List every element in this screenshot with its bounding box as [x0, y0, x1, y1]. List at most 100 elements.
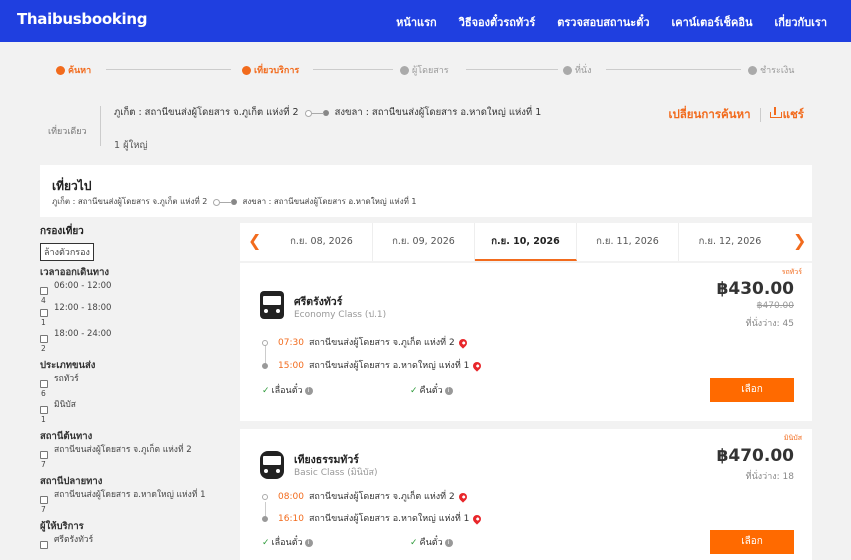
filter-sidebar: กรองเที่ยว ล้างตัวกรอง เวลาออกเดินทาง 06… [40, 224, 235, 556]
nav-how-to-book[interactable]: วิธีจองตั๋วรถทัวร์ [459, 13, 536, 31]
checkbox[interactable] [40, 287, 48, 295]
filter-departure-morning[interactable]: 06:00 - 12:00 4 [40, 280, 235, 305]
nav-about[interactable]: เกี่ยวกับเรา [774, 13, 827, 31]
checkbox[interactable] [40, 335, 48, 343]
info-icon[interactable]: i [304, 538, 313, 547]
departure-time: 08:00 [278, 492, 304, 502]
step-dot [563, 65, 572, 75]
clear-filters-button[interactable]: ล้างตัวกรอง [40, 243, 94, 261]
share-button[interactable]: แชร์ [769, 106, 804, 124]
step-seat: ที่นั่ง [563, 63, 591, 77]
map-pin-icon[interactable] [471, 359, 484, 372]
filter-origin-station[interactable]: สถานีขนส่งผู้โดยสาร จ.ภูเก็ต แห่งที่ 2 7 [40, 444, 235, 470]
policy-label: คืนตั๋ว [419, 386, 443, 396]
nav-checkin-counter[interactable]: เคาน์เตอร์เช็คอิน [672, 13, 753, 31]
refund-policy: ✓ คืนตั๋ว i [410, 383, 453, 397]
arrival-time: 15:00 [278, 361, 304, 371]
filter-group-vehicle: ประเภทขนส่ง [40, 360, 96, 371]
step-label: ที่นั่ง [575, 66, 592, 76]
prev-date-chevron-icon[interactable]: ❮ [248, 231, 261, 250]
summary-route: ภูเก็ต : สถานีขนส่งผู้โดยสาร จ.ภูเก็ต แห… [114, 106, 584, 120]
filter-count: 1 [41, 415, 46, 424]
outbound-destination: สงขลา : สถานีขนส่งผู้โดยสาร อ.หาดใหญ่ แห… [242, 197, 417, 206]
actions-separator [759, 108, 761, 122]
vehicle-type-badge: รถทัวร์ [781, 268, 802, 276]
filter-title: กรองเที่ยว [40, 226, 84, 237]
filter-group-destination: สถานีปลายทาง [40, 476, 103, 487]
departure-stop: 07:30 สถานีขนส่งผู้โดยสาร จ.ภูเก็ต แห่งที… [262, 335, 469, 349]
checkbox[interactable] [40, 496, 48, 504]
check-icon: ✓ [262, 538, 270, 548]
summary-actions: เปลี่ยนการค้นหา แชร์ [669, 106, 804, 124]
search-summary: เที่ยวเดียว ภูเก็ต : สถานีขนส่งผู้โดยสาร… [40, 96, 812, 156]
step-label: ชำระเงิน [760, 66, 795, 76]
checkbox[interactable] [40, 380, 48, 388]
trip-type: เที่ยวเดียว [48, 127, 87, 137]
bus-class: Economy Class (ป.1) [294, 310, 387, 320]
map-pin-icon[interactable] [457, 490, 469, 503]
checkbox[interactable] [40, 451, 48, 459]
filter-option-label: มินิบัส [54, 400, 76, 410]
next-date-chevron-icon[interactable]: ❯ [793, 231, 806, 250]
filter-vehicle-minibus[interactable]: มินิบัส 1 [40, 399, 235, 425]
filter-departure-afternoon[interactable]: 12:00 - 18:00 1 [40, 302, 235, 328]
summary-destination: สงขลา : สถานีขนส่งผู้โดยสาร อ.หาดใหญ่ แห… [334, 107, 542, 118]
check-icon: ✓ [410, 386, 418, 396]
arrival-stop: 15:00 สถานีขนส่งผู้โดยสาร อ.หาดใหญ่ แห่งท… [262, 358, 484, 372]
timeline-dot [262, 515, 268, 522]
filter-count: 7 [41, 505, 46, 514]
nav-home[interactable]: หน้าแรก [396, 13, 437, 31]
info-icon[interactable]: i [304, 386, 313, 395]
main-nav: หน้าแรก วิธีจองตั๋วรถทัวร์ ตรวจสอบสถานะต… [396, 13, 827, 31]
step-label: เที่ยวบริการ [254, 66, 300, 76]
checkbox[interactable] [40, 406, 48, 414]
map-pin-icon[interactable] [457, 336, 469, 349]
filter-destination-station[interactable]: สถานีขนส่งผู้โดยสาร อ.หาดใหญ่ แห่งที่ 1 7 [40, 489, 235, 515]
filter-option-label: 06:00 - 12:00 [54, 281, 112, 291]
summary-origin: ภูเก็ต : สถานีขนส่งผู้โดยสาร จ.ภูเก็ต แห… [114, 107, 299, 118]
checkbox[interactable] [40, 309, 48, 317]
filter-provider-sritrang[interactable]: ศรีตรังทัวร์ [40, 534, 235, 556]
info-icon[interactable]: i [444, 538, 453, 547]
filter-departure-evening[interactable]: 18:00 - 24:00 2 [40, 328, 235, 354]
date-tab-0[interactable]: ก.ย. 08, 2026 [271, 223, 373, 261]
select-trip-button[interactable]: เลือก [710, 530, 794, 554]
timeline-dot [262, 362, 268, 369]
original-price: ฿470.00 [756, 301, 794, 311]
share-label: แชร์ [782, 107, 804, 121]
departure-stop: 08:00 สถานีขนส่งผู้โดยสาร จ.ภูเก็ต แห่งที… [262, 489, 469, 503]
vehicle-type-badge: มินิบัส [783, 434, 802, 442]
checkbox[interactable] [40, 541, 48, 549]
policy-label: เลื่อนตั๋ว [271, 538, 303, 548]
arrival-stop: 16:10 สถานีขนส่งผู้โดยสาร อ.หาดใหญ่ แห่งท… [262, 511, 484, 525]
date-tab-4[interactable]: ก.ย. 12, 2026 [679, 223, 781, 261]
filter-option-label: 18:00 - 24:00 [54, 329, 112, 339]
change-search-link[interactable]: เปลี่ยนการค้นหา [669, 106, 751, 124]
date-tab-2[interactable]: ก.ย. 10, 2026 [475, 223, 577, 261]
arrival-time: 16:10 [278, 514, 304, 524]
filter-group-departure: เวลาออกเดินทาง [40, 267, 110, 278]
date-tab-3[interactable]: ก.ย. 11, 2026 [577, 223, 679, 261]
filter-count: 2 [41, 344, 46, 353]
nav-check-ticket[interactable]: ตรวจสอบสถานะตั๋ว [557, 13, 649, 31]
timeline-dot [262, 339, 268, 346]
step-connector [313, 69, 393, 70]
date-tab-1[interactable]: ก.ย. 09, 2026 [373, 223, 475, 261]
select-trip-button[interactable]: เลือก [710, 378, 794, 402]
seats-available: ที่นั่งว่าง: 45 [745, 319, 794, 329]
map-pin-icon[interactable] [471, 512, 484, 525]
policy-label: คืนตั๋ว [419, 538, 443, 548]
filter-count: 7 [41, 460, 46, 469]
step-trip: เที่ยวบริการ [242, 63, 299, 77]
step-label: ผู้โดยสาร [412, 66, 449, 76]
step-connector [466, 69, 558, 70]
outbound-title: เที่ยวไป [52, 179, 92, 193]
filter-vehicle-bus[interactable]: รถทัวร์ 6 [40, 373, 235, 399]
arrival-station: สถานีขนส่งผู้โดยสาร อ.หาดใหญ่ แห่งที่ 1 [308, 361, 470, 371]
filter-group-provider: ผู้ให้บริการ [40, 521, 84, 532]
brand-logo[interactable]: Thaibusbooking [17, 10, 148, 28]
refund-policy: ✓ คืนตั๋ว i [410, 535, 453, 549]
step-dot [56, 65, 65, 75]
route-arrow-icon [304, 109, 329, 117]
info-icon[interactable]: i [444, 386, 453, 395]
